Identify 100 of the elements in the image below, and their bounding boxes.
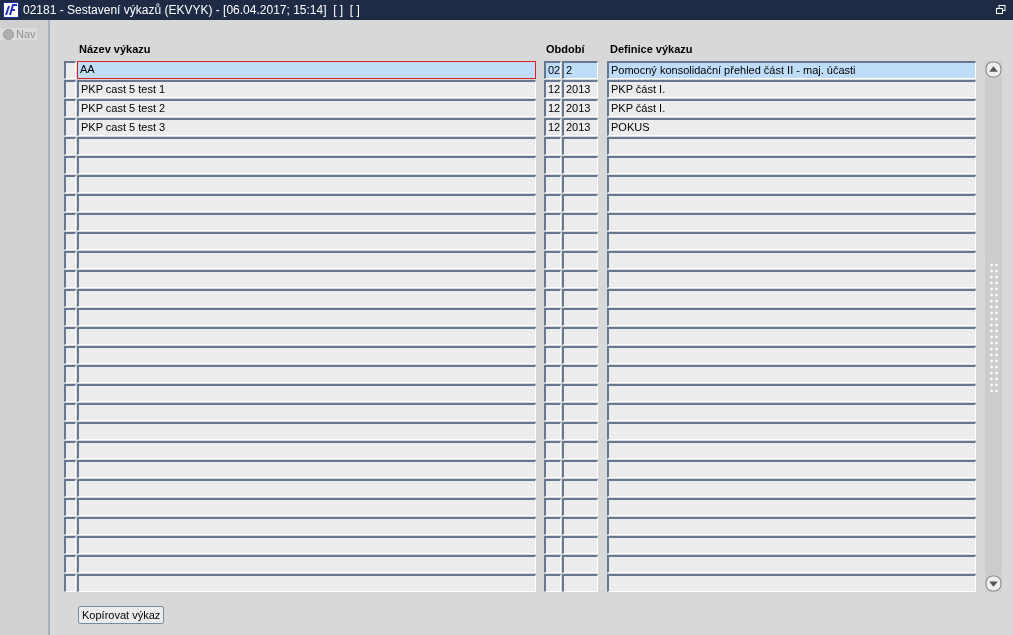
definition-field[interactable]: Pomocný konsolidační přehled část II - maj. účasti [607,61,976,79]
scrollbar[interactable] [985,61,1002,592]
name-field[interactable] [77,403,536,421]
definition-field[interactable] [607,213,976,231]
definition-field[interactable] [607,232,976,250]
definition-field[interactable] [607,403,976,421]
row-selector[interactable] [64,574,76,592]
name-field[interactable] [77,327,536,345]
definition-field[interactable] [607,365,976,383]
definition-field[interactable] [607,289,976,307]
year-field[interactable] [562,498,598,516]
year-field[interactable] [562,137,598,155]
year-field[interactable] [562,232,598,250]
row-selector[interactable] [64,99,76,117]
name-field[interactable] [77,365,536,383]
name-field[interactable]: PKP cast 5 test 3 [77,118,536,136]
name-field[interactable] [77,422,536,440]
definition-field[interactable] [607,156,976,174]
scroll-down-icon[interactable] [985,575,1002,592]
year-field[interactable] [562,156,598,174]
name-field[interactable] [77,346,536,364]
name-field[interactable] [77,517,536,535]
row-selector[interactable] [64,194,76,212]
month-field[interactable] [544,536,561,554]
year-field[interactable] [562,574,598,592]
definition-field[interactable] [607,422,976,440]
name-field[interactable] [77,289,536,307]
month-field[interactable]: 02 [544,61,561,79]
row-selector[interactable] [64,536,76,554]
month-field[interactable] [544,574,561,592]
row-selector[interactable] [64,479,76,497]
copy-report-button[interactable]: Kopírovat výkaz [78,606,165,624]
row-selector[interactable] [64,137,76,155]
year-field[interactable]: 2013 [562,118,598,136]
definition-field[interactable] [607,308,976,326]
year-field[interactable] [562,403,598,421]
row-selector[interactable] [64,365,76,383]
row-selector[interactable] [64,308,76,326]
row-selector[interactable] [64,289,76,307]
definition-field[interactable] [607,574,976,592]
year-field[interactable] [562,327,598,345]
year-field[interactable] [562,346,598,364]
year-field[interactable] [562,384,598,402]
month-field[interactable] [544,422,561,440]
name-field[interactable]: AA [77,61,536,79]
name-field[interactable] [77,384,536,402]
definition-field[interactable]: POKUS [607,118,976,136]
definition-field[interactable]: PKP část I. [607,80,976,98]
name-field[interactable] [77,498,536,516]
definition-field[interactable] [607,498,976,516]
row-selector[interactable] [64,517,76,535]
row-selector[interactable] [64,251,76,269]
row-selector[interactable] [64,384,76,402]
month-field[interactable]: 12 [544,99,561,117]
year-field[interactable]: 2013 [562,80,598,98]
month-field[interactable] [544,289,561,307]
name-field[interactable] [77,232,536,250]
year-field[interactable] [562,251,598,269]
definition-field[interactable] [607,270,976,288]
name-field[interactable] [77,308,536,326]
month-field[interactable] [544,137,561,155]
year-field[interactable] [562,479,598,497]
year-field[interactable] [562,422,598,440]
month-field[interactable] [544,460,561,478]
definition-field[interactable] [607,536,976,554]
name-field[interactable] [77,574,536,592]
month-field[interactable] [544,498,561,516]
year-field[interactable] [562,441,598,459]
year-field[interactable] [562,555,598,573]
month-field[interactable] [544,270,561,288]
month-field[interactable] [544,517,561,535]
restore-icon[interactable] [996,5,1006,15]
definition-field[interactable] [607,346,976,364]
year-field[interactable] [562,365,598,383]
year-field[interactable]: 2013 [562,99,598,117]
name-field[interactable] [77,137,536,155]
definition-field[interactable] [607,517,976,535]
definition-field[interactable] [607,460,976,478]
month-field[interactable] [544,232,561,250]
name-field[interactable] [77,460,536,478]
year-field[interactable]: 2 [562,61,598,79]
month-field[interactable] [544,308,561,326]
month-field[interactable] [544,346,561,364]
definition-field[interactable] [607,251,976,269]
row-selector[interactable] [64,498,76,516]
year-field[interactable] [562,270,598,288]
month-field[interactable]: 12 [544,118,561,136]
month-field[interactable] [544,403,561,421]
month-field[interactable] [544,384,561,402]
month-field[interactable] [544,213,561,231]
year-field[interactable] [562,536,598,554]
year-field[interactable] [562,175,598,193]
year-field[interactable] [562,517,598,535]
row-selector[interactable] [64,441,76,459]
year-field[interactable] [562,213,598,231]
row-selector[interactable] [64,80,76,98]
row-selector[interactable] [64,460,76,478]
month-field[interactable] [544,194,561,212]
scroll-up-icon[interactable] [985,61,1002,78]
name-field[interactable] [77,175,536,193]
